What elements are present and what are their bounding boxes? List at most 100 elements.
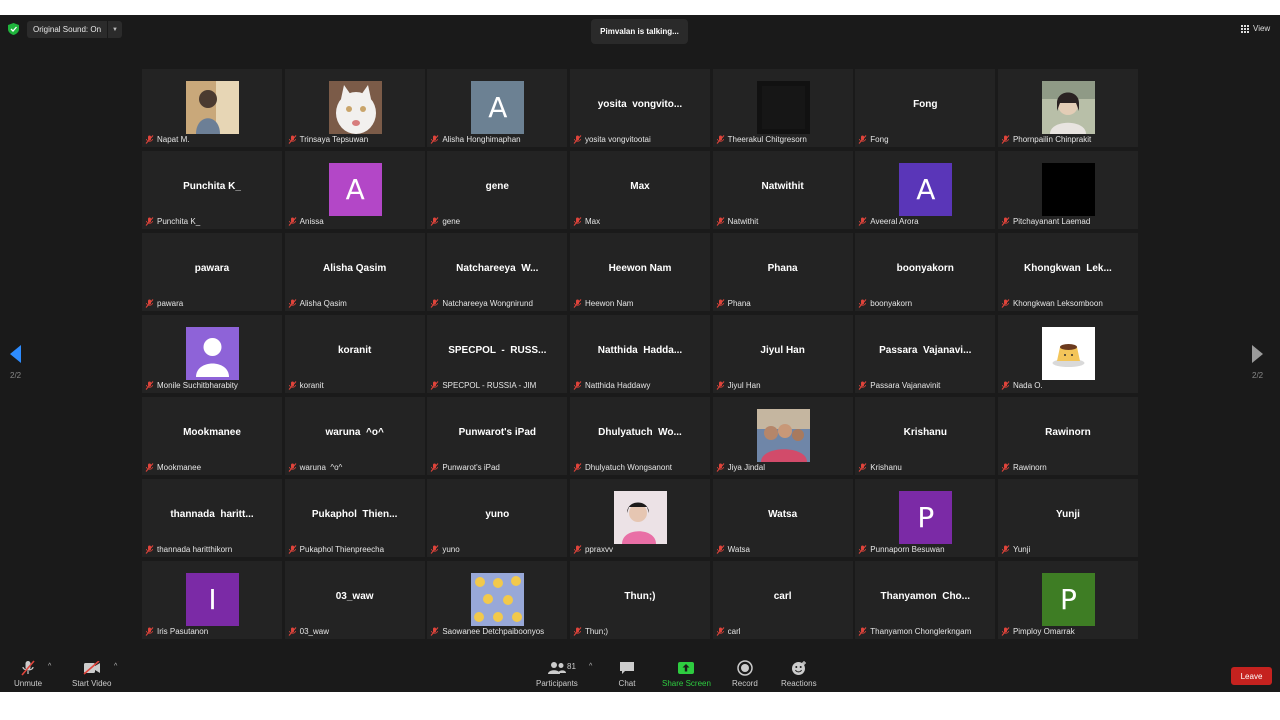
participant-tile[interactable]: Pukaphol Thien... Pukaphol Thienpreecha xyxy=(284,479,425,557)
arrow-left-icon xyxy=(10,345,22,363)
microphone-muted-icon xyxy=(288,545,297,554)
microphone-muted-icon xyxy=(573,135,582,144)
microphone-muted-icon xyxy=(573,545,582,554)
microphone-muted-icon xyxy=(1001,463,1010,472)
participant-name: thannada haritthikorn xyxy=(157,545,233,554)
participant-tile[interactable]: P Punnaporn Besuwan xyxy=(855,479,996,557)
microphone-muted-icon xyxy=(858,627,867,636)
participant-tile[interactable]: Punwarot's iPad Punwarot's iPad xyxy=(427,397,568,475)
grid-view-icon xyxy=(1241,24,1249,33)
participant-tile[interactable]: Heewon Nam Heewon Nam xyxy=(569,233,710,311)
participant-name: Max xyxy=(584,217,601,226)
participant-tile[interactable]: Thun;) Thun;) xyxy=(569,561,710,639)
unmute-label: Unmute xyxy=(14,679,43,688)
participant-tile[interactable]: SPECPOL - RUSS... SPECPOL - RUSSIA - JIM xyxy=(427,315,568,393)
participant-tile[interactable]: Dhulyatuch Wo... Dhulyatuch Wongsanont xyxy=(569,397,710,475)
participant-tile[interactable]: Nada O. xyxy=(997,315,1138,393)
participant-tile[interactable]: Punchita K_ Punchita K_ xyxy=(142,151,282,229)
record-button[interactable]: Record xyxy=(732,659,758,688)
participant-name: Mookmanee xyxy=(157,463,202,472)
participant-tile[interactable]: Pitchayanant Laemad xyxy=(997,151,1138,229)
chevron-down-icon[interactable]: ▼ xyxy=(112,27,118,33)
share-screen-button[interactable]: Share Screen xyxy=(662,659,711,688)
participant-display-name: Phana xyxy=(767,263,798,274)
participant-tile[interactable]: Natwithit Natwithit xyxy=(712,151,853,229)
participant-tile[interactable]: Monile Suchitbharabity xyxy=(142,315,282,393)
participant-name-label: gene xyxy=(430,216,460,227)
leave-button[interactable]: Leave xyxy=(1231,667,1272,685)
participant-tile[interactable]: Trinsaya Tepsuwan xyxy=(284,69,425,147)
participant-tile[interactable]: Saowanee Detchpaiboonyos xyxy=(427,561,568,639)
participant-name: yosita vongvitootai xyxy=(584,135,651,144)
participant-display-name: Pukaphol Thien... xyxy=(311,509,398,520)
participant-display-name: Heewon Nam xyxy=(608,263,672,274)
participant-tile[interactable]: gene gene xyxy=(427,151,568,229)
participant-display-name: Thun;) xyxy=(624,591,656,602)
participant-tile[interactable]: Mookmanee Mookmanee xyxy=(142,397,282,475)
participant-tile[interactable]: Jiya Jindal xyxy=(712,397,853,475)
participant-tile[interactable]: ppraxvv xyxy=(569,479,710,557)
participant-tile[interactable]: Natchareeya W... Natchareeya Wongnirund xyxy=(427,233,568,311)
previous-page-button[interactable]: 2/2 xyxy=(10,345,21,380)
participant-tile[interactable]: Yunji Yunji xyxy=(997,479,1138,557)
participant-tile[interactable]: Alisha Qasim Alisha Qasim xyxy=(284,233,425,311)
participant-tile[interactable]: boonyakorn boonyakorn xyxy=(855,233,996,311)
participant-tile[interactable]: Fong Fong xyxy=(855,69,996,147)
participant-tile[interactable]: koranit koranit xyxy=(284,315,425,393)
participant-name-label: Fong xyxy=(858,134,889,145)
participant-tile[interactable]: A Alisha Honghimaphan xyxy=(427,69,568,147)
participant-name: waruna ^o^ xyxy=(299,463,343,472)
participant-tile[interactable]: A Aveeral Arora xyxy=(855,151,996,229)
participant-display-name: Krishanu xyxy=(903,427,947,438)
participant-tile[interactable]: 03_waw 03_waw xyxy=(284,561,425,639)
unmute-button[interactable]: Unmute xyxy=(14,659,42,688)
participant-name: Passara Vajanavinit xyxy=(870,381,941,390)
participant-tile[interactable]: Rawinorn Rawinorn xyxy=(997,397,1138,475)
share-screen-icon xyxy=(676,659,696,676)
start-video-button[interactable]: Start Video xyxy=(72,659,111,688)
participant-name-label: Punchita K_ xyxy=(145,216,200,227)
participant-tile[interactable]: Passara Vajanavi... Passara Vajanavinit xyxy=(855,315,996,393)
participant-tile[interactable]: Theerakul Chitgresorn xyxy=(712,69,853,147)
photo-person-1-avatar xyxy=(186,81,239,134)
participant-display-name: Mookmanee xyxy=(183,427,241,438)
participant-display-name: Natthida Hadda... xyxy=(597,345,683,356)
participant-tile[interactable]: Max Max xyxy=(569,151,710,229)
participant-name-label: 03_waw xyxy=(288,626,329,637)
participant-name: Theerakul Chitgresorn xyxy=(727,135,807,144)
participant-tile[interactable]: Watsa Watsa xyxy=(712,479,853,557)
participant-tile[interactable]: Napat M. xyxy=(142,69,282,147)
participant-name: Pitchayanant Laemad xyxy=(1012,217,1091,226)
participant-tile[interactable]: Natthida Hadda... Natthida Haddawy xyxy=(569,315,710,393)
view-button[interactable]: View xyxy=(1241,24,1270,33)
participant-tile[interactable]: A Anissa xyxy=(284,151,425,229)
participant-tile[interactable]: Jiyul Han Jiyul Han xyxy=(712,315,853,393)
participants-options-chevron-icon[interactable]: ^ xyxy=(589,663,592,670)
letter-avatar: I xyxy=(186,573,239,626)
chat-button[interactable]: Chat xyxy=(617,659,637,688)
participant-name: Phornpailin Chinprakit xyxy=(1012,135,1092,144)
participant-tile[interactable]: pawara pawara xyxy=(142,233,282,311)
participant-name-label: Dhulyatuch Wongsanont xyxy=(573,462,672,473)
participant-tile[interactable]: P Pimploy Omarrak xyxy=(997,561,1138,639)
participant-tile[interactable]: thannada haritt... thannada haritthikorn xyxy=(142,479,282,557)
chat-label: Chat xyxy=(618,679,636,688)
participant-display-name: boonyakorn xyxy=(896,263,954,274)
original-sound-button[interactable]: Original Sound: On ▼ xyxy=(27,21,122,38)
participant-tile[interactable]: Phana Phana xyxy=(712,233,853,311)
participant-tile[interactable]: yosita vongvito... yosita vongvitootai xyxy=(569,69,710,147)
reactions-label: Reactions xyxy=(781,679,817,688)
participant-tile[interactable]: Krishanu Krishanu xyxy=(855,397,996,475)
participant-tile[interactable]: Thanyamon Cho... Thanyamon Chonglerkngam xyxy=(855,561,996,639)
next-page-button[interactable]: 2/2 xyxy=(1252,345,1263,380)
participant-name: Yunji xyxy=(1012,545,1031,554)
participant-tile[interactable]: carl carl xyxy=(712,561,853,639)
participant-tile[interactable]: waruna ^o^ waruna ^o^ xyxy=(284,397,425,475)
participant-tile[interactable]: I Iris Pasutanon xyxy=(142,561,282,639)
participant-tile[interactable]: yuno yuno xyxy=(427,479,568,557)
participant-tile[interactable]: Khongkwan Lek... Khongkwan Leksomboon xyxy=(997,233,1138,311)
audio-options-chevron-icon[interactable]: ^ xyxy=(48,663,51,670)
reactions-button[interactable]: Reactions xyxy=(781,659,817,688)
participant-tile[interactable]: Phornpailin Chinprakit xyxy=(997,69,1138,147)
video-options-chevron-icon[interactable]: ^ xyxy=(114,663,117,670)
